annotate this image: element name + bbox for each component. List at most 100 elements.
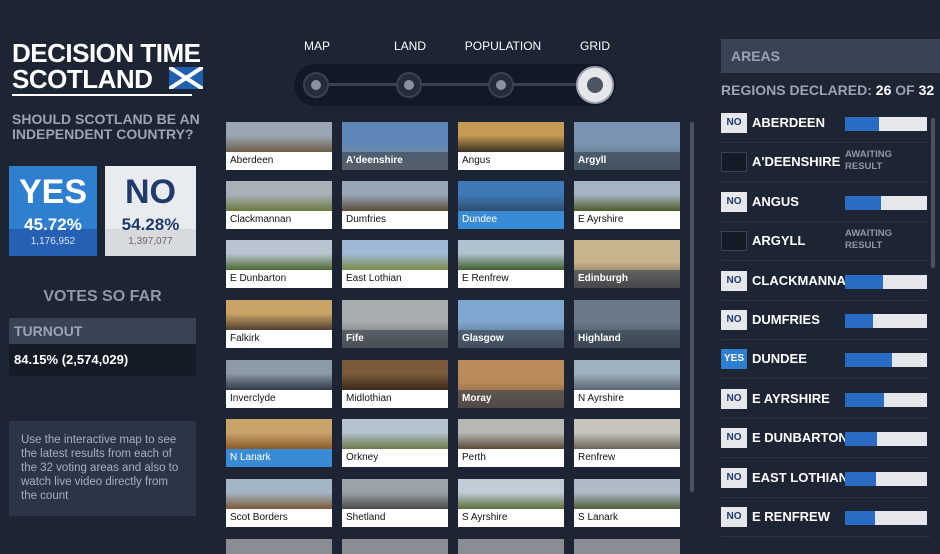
area-tile[interactable]: E Ayrshire [574, 181, 680, 229]
area-tile[interactable]: Orkney [342, 419, 448, 467]
area-name: ABERDEEN [752, 115, 825, 130]
area-tile[interactable]: Moray [458, 360, 564, 408]
view-slider-line [316, 83, 596, 86]
yes-share-fill [845, 353, 892, 368]
area-tile[interactable]: Glasgow [458, 300, 564, 348]
awaiting-result: AWAITING RESULT [845, 149, 892, 173]
area-tile[interactable]: N Ayrshire [574, 360, 680, 408]
result-badge: NO [721, 507, 747, 527]
area-photo [226, 539, 332, 554]
tab-grid-label[interactable]: GRID [577, 39, 613, 53]
area-tile-label: Inverclyde [230, 393, 276, 404]
area-tile-label: S Ayrshire [462, 512, 508, 523]
yes-share-bar [845, 432, 927, 447]
area-tile-label: Dundee [458, 211, 564, 229]
area-row[interactable]: ARGYLL AWAITING RESULT [721, 222, 931, 262]
result-badge: YES [721, 349, 747, 370]
area-row[interactable]: NO ABERDEEN [721, 104, 931, 143]
area-tile[interactable]: Clackmannan [226, 181, 332, 229]
yes-share-fill [845, 392, 884, 407]
area-row[interactable]: NO E RENFREW [721, 498, 931, 537]
area-tile-label: Orkney [346, 452, 379, 463]
area-tile[interactable]: East Lothian [342, 240, 448, 288]
area-row[interactable]: NO DUMFRIES [721, 301, 931, 340]
area-grid: Aberdeen A'deenshire Angus Argyll Clackmanna… [226, 122, 686, 554]
logo-line-1: DECISION TIME [12, 38, 201, 68]
area-photo [226, 240, 332, 270]
yes-share-bar [845, 392, 927, 407]
yes-share-bar [845, 471, 927, 486]
area-tile-label: N Ayrshire [578, 393, 624, 404]
area-row[interactable]: NO CLACKMANNAN [721, 262, 931, 301]
area-tile-label: S Lanark [578, 512, 619, 523]
tab-map-node[interactable] [303, 72, 329, 98]
area-name: DUMFRIES [752, 312, 820, 327]
area-tile[interactable]: N Lanark [226, 419, 332, 467]
area-tile[interactable]: S Ayrshire [458, 479, 564, 527]
area-row[interactable]: A'DEENSHIRE AWAITING RESULT [721, 143, 931, 183]
area-tile[interactable]: Perth [458, 419, 564, 467]
no-label: NO [125, 173, 176, 211]
area-row[interactable]: NO EAST LOTHIAN [721, 459, 931, 498]
referendum-question: SHOULD SCOTLAND BE AN INDEPENDENT COUNTR… [12, 111, 200, 142]
area-tile[interactable]: Dundee [458, 181, 564, 229]
area-tile[interactable]: S Lanark [574, 479, 680, 527]
area-tile[interactable]: E Renfrew [458, 240, 564, 288]
area-tile[interactable]: Renfrew [574, 419, 680, 467]
area-tile[interactable]: Angus [458, 122, 564, 170]
area-tile-label: E Ayrshire [578, 214, 624, 225]
tab-population-node[interactable] [488, 72, 514, 98]
tab-land-label[interactable]: LAND [390, 39, 430, 53]
regions-declared: REGIONS DECLARED: 26 OF 32 [721, 82, 934, 98]
area-tile[interactable]: Falkirk [226, 300, 332, 348]
area-name: ARGYLL [752, 233, 806, 249]
areas-scrollbar[interactable] [931, 118, 935, 268]
votes-so-far-heading: VOTES SO FAR [43, 288, 162, 305]
area-tile[interactable]: A'deenshire [342, 122, 448, 170]
area-tile[interactable]: Scot Borders [226, 479, 332, 527]
area-tile-label: N Lanark [226, 449, 332, 467]
area-photo [458, 122, 564, 152]
area-photo [226, 360, 332, 390]
yes-share-fill [845, 195, 882, 210]
yes-percentage: 45.72% [24, 215, 82, 234]
tab-grid-node[interactable] [576, 66, 614, 104]
yes-share-fill [845, 274, 883, 289]
grid-scrollbar[interactable] [690, 122, 694, 492]
area-tile[interactable]: Highland [574, 300, 680, 348]
area-row[interactable]: YES DUNDEE [721, 340, 931, 380]
area-tile-label: Shetland [346, 512, 386, 523]
area-tile[interactable]: Inverclyde [226, 360, 332, 408]
area-name: ANGUS [752, 193, 799, 209]
area-tile[interactable]: Aberdeen [226, 122, 332, 170]
area-tile[interactable]: Shetland [342, 479, 448, 527]
yes-share-fill [845, 314, 873, 328]
area-tile[interactable]: Fife [342, 300, 448, 348]
area-row[interactable]: NO ANGUS [721, 183, 931, 222]
area-name: E DUNBARTON [752, 430, 848, 446]
yes-share-fill [845, 511, 876, 525]
area-tile[interactable]: Argyll [574, 122, 680, 170]
info-text: Use the interactive map to see the lates… [9, 421, 196, 516]
area-tile-label: Midlothian [346, 393, 392, 404]
area-tile[interactable]: E Dunbarton [226, 240, 332, 288]
no-percentage: 54.28% [121, 215, 180, 234]
area-row[interactable]: NO E DUNBARTON [721, 419, 931, 459]
tab-land-node[interactable] [396, 72, 422, 98]
area-tile[interactable]: Dumfries [342, 181, 448, 229]
tab-population-label[interactable]: POPULATION [461, 39, 545, 53]
area-photo [342, 181, 448, 211]
yes-share-bar [845, 314, 927, 328]
result-badge [721, 152, 747, 173]
tab-map-label[interactable]: MAP [300, 39, 334, 53]
area-tile[interactable]: Edinburgh [574, 240, 680, 288]
area-tile-label: Perth [462, 452, 486, 463]
area-name: E AYRSHIRE [752, 390, 830, 406]
area-tile-label: Renfrew [578, 452, 616, 463]
area-tile[interactable]: Midlothian [342, 360, 448, 408]
yes-share-bar [845, 274, 927, 289]
area-row[interactable]: NO E AYRSHIRE [721, 380, 931, 419]
logo-underline [12, 94, 192, 96]
area-photo [458, 539, 564, 554]
no-figures: 54.28% 1,397,077 [105, 211, 196, 249]
